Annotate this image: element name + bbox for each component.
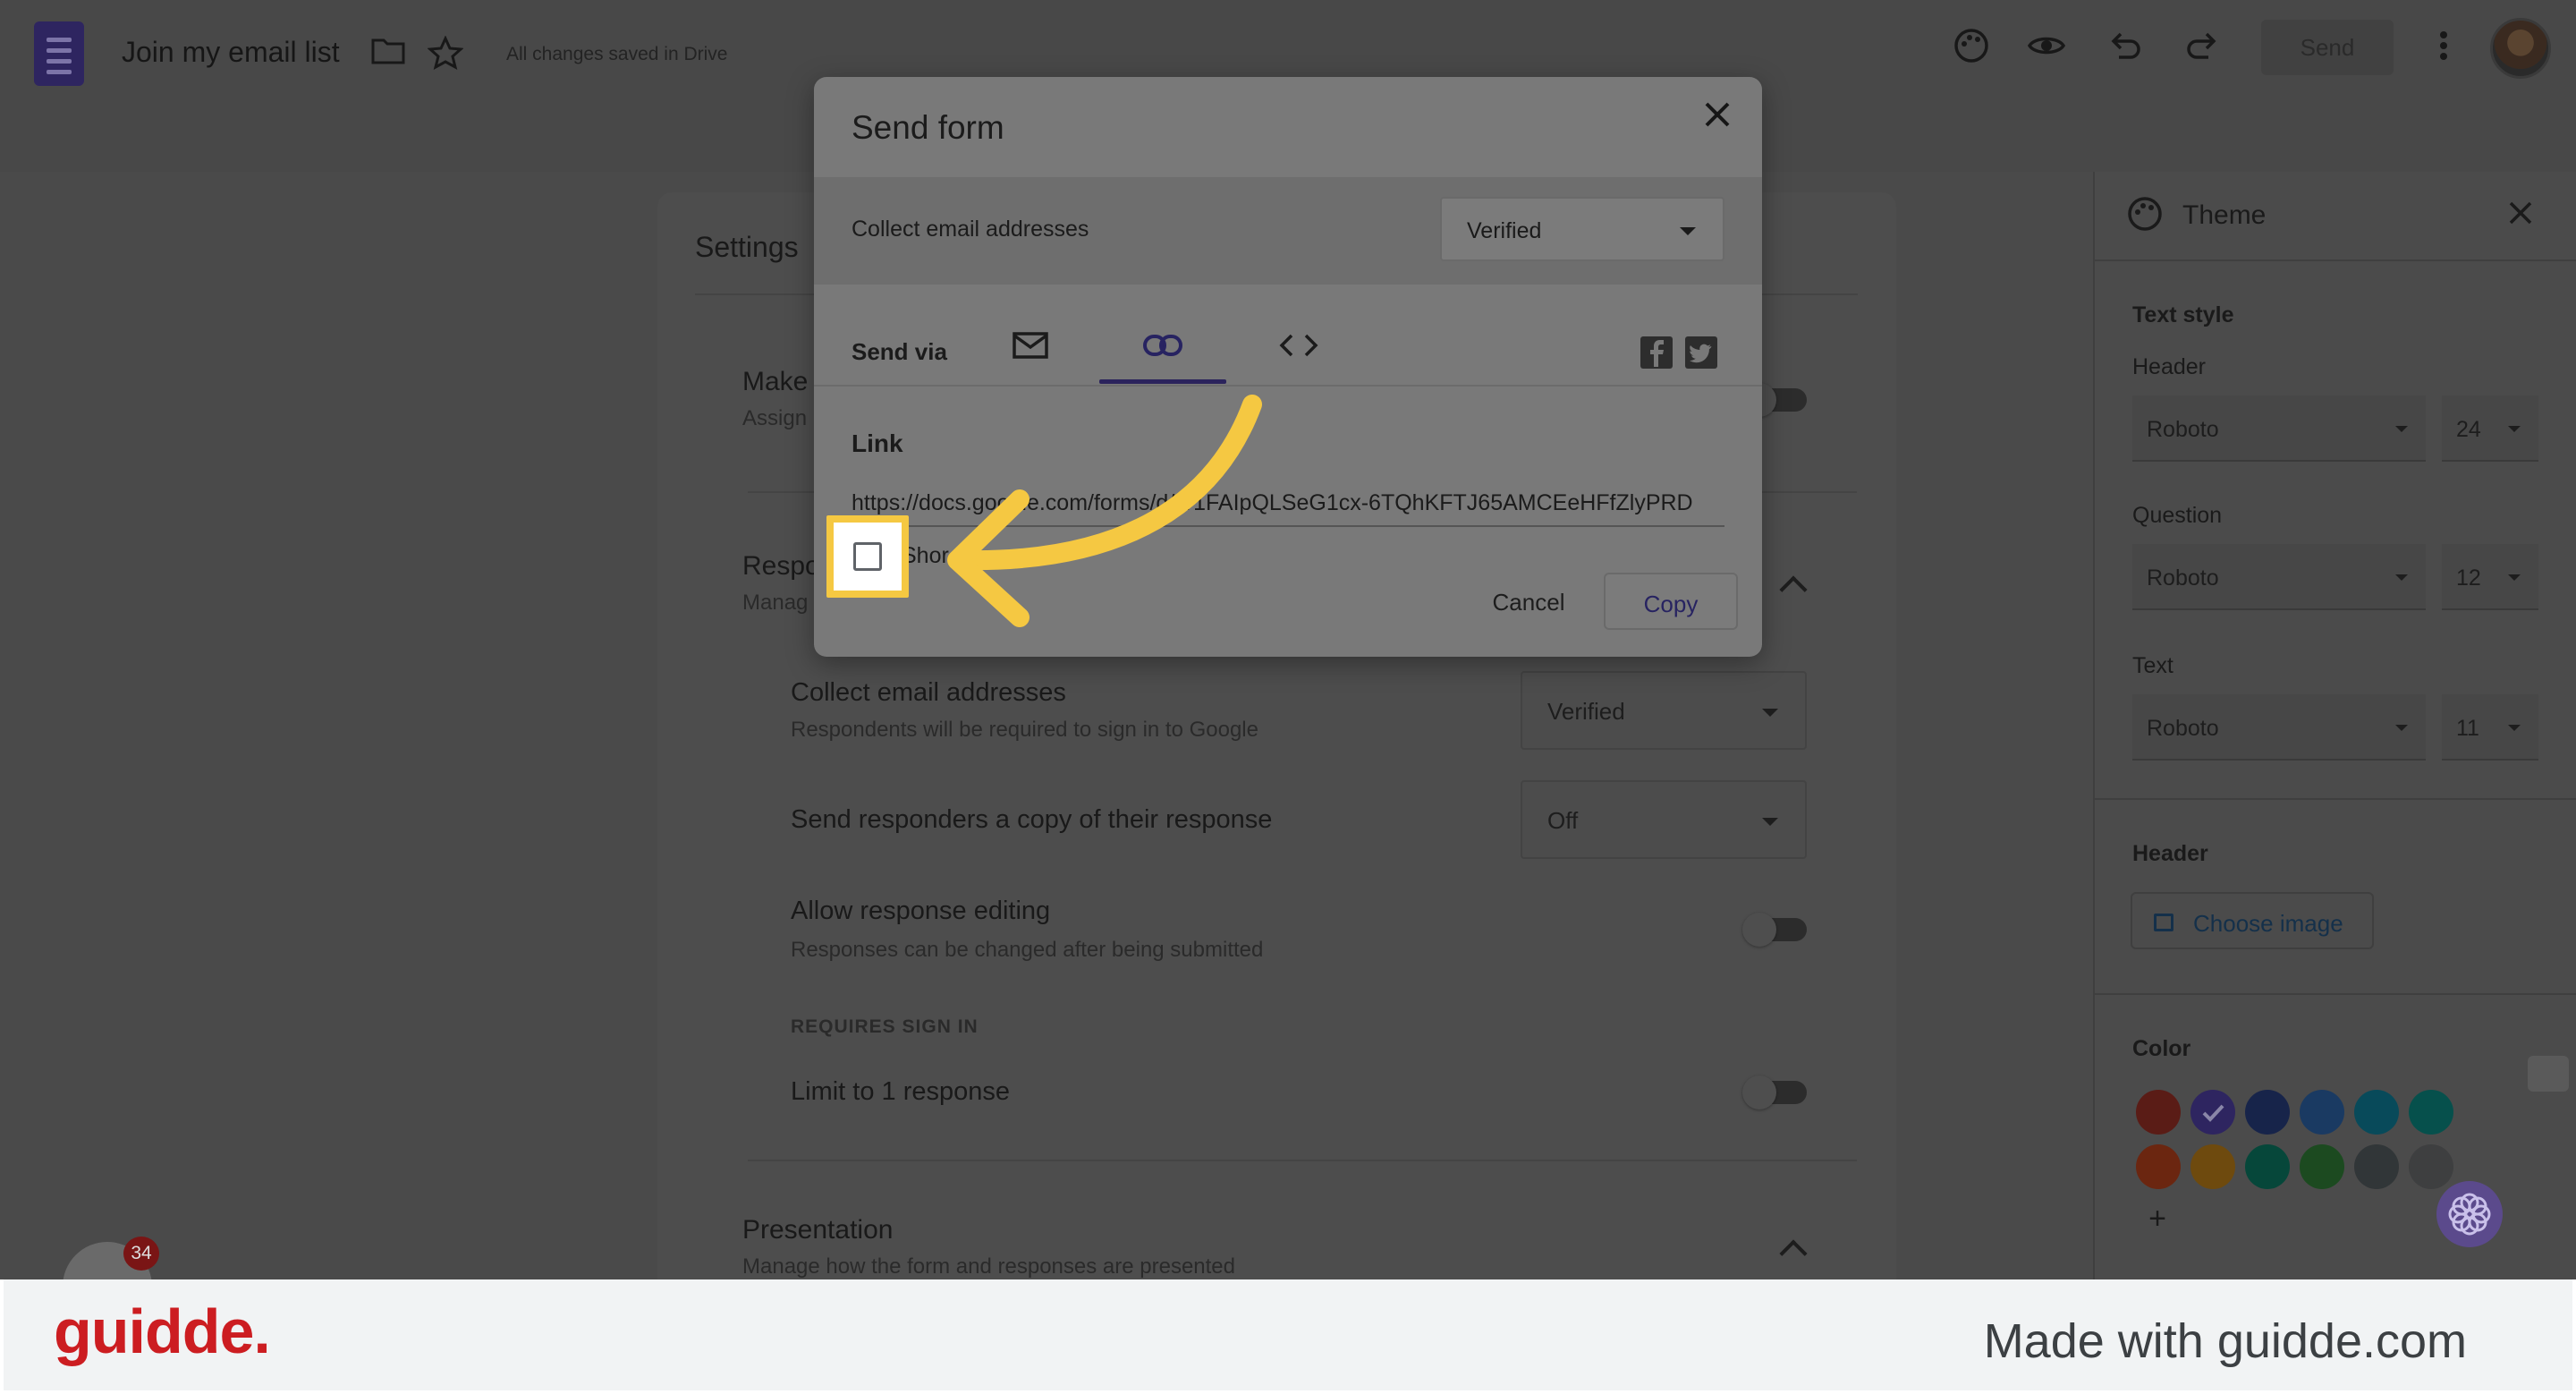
guidde-logo: guidde. bbox=[54, 1296, 271, 1366]
notification-badge: 34 bbox=[123, 1237, 159, 1271]
guide-arrow bbox=[947, 395, 1262, 627]
made-with-text: Made with guidde.com bbox=[1983, 1314, 2467, 1368]
